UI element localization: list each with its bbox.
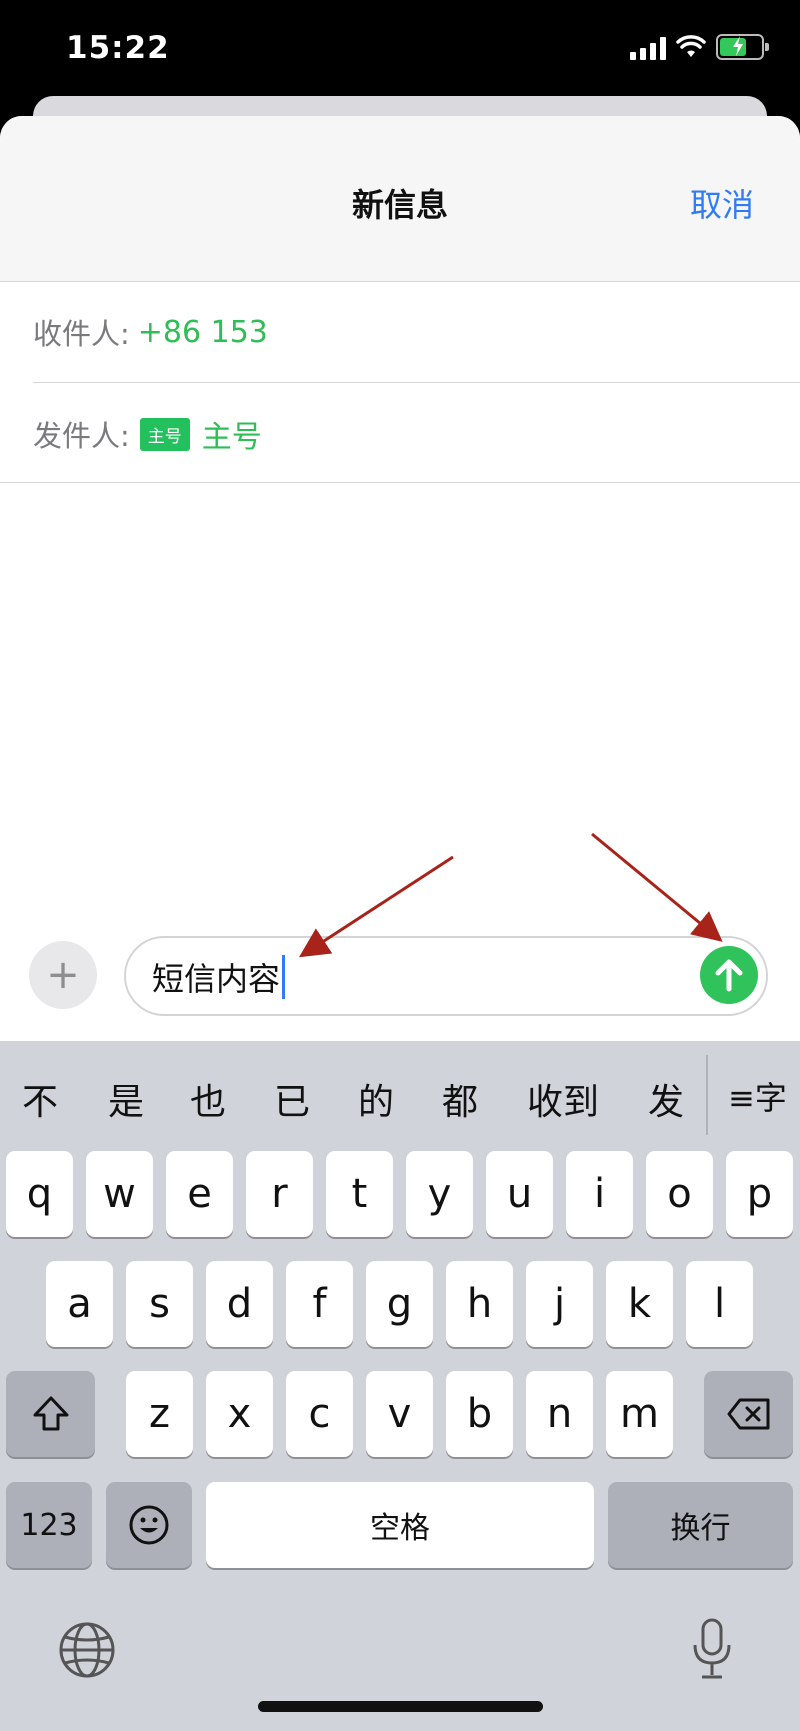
key-r[interactable]: r: [246, 1151, 313, 1237]
key-i[interactable]: i: [566, 1151, 633, 1237]
key-k[interactable]: k: [606, 1261, 673, 1347]
globe-icon[interactable]: [58, 1621, 116, 1679]
sender-label: 发件人:: [33, 419, 130, 453]
key-p[interactable]: p: [726, 1151, 793, 1237]
candidate-item[interactable]: 收到: [527, 1073, 599, 1125]
candidate-item[interactable]: 已: [274, 1073, 310, 1125]
new-message-sheet: 新信息 取消 收件人: +86 153 发件人: 主号 主号 + 短信内容: [0, 116, 800, 1041]
candidate-bar: 不 是 也 已 的 都 收到 发 ≡字: [0, 1041, 800, 1151]
backspace-icon: [727, 1398, 769, 1430]
key-z[interactable]: z: [126, 1371, 193, 1457]
candidate-item[interactable]: 的: [358, 1073, 394, 1125]
key-n[interactable]: n: [526, 1371, 593, 1457]
key-g[interactable]: g: [366, 1261, 433, 1347]
home-indicator: [258, 1701, 543, 1712]
key-v[interactable]: v: [366, 1371, 433, 1457]
nav-bar: 新信息 取消: [0, 116, 800, 282]
key-f[interactable]: f: [286, 1261, 353, 1347]
candidate-item[interactable]: 不: [22, 1073, 58, 1125]
key-h[interactable]: h: [446, 1261, 513, 1347]
key-u[interactable]: u: [486, 1151, 553, 1237]
battery-charging-icon: [716, 34, 769, 60]
key-m[interactable]: m: [606, 1371, 673, 1457]
shift-key[interactable]: [6, 1371, 95, 1457]
return-key[interactable]: 换行: [608, 1482, 793, 1568]
keyboard: 不 是 也 已 的 都 收到 发 ≡字 q w e r t y u i o p …: [0, 1041, 800, 1731]
key-s[interactable]: s: [126, 1261, 193, 1347]
send-button[interactable]: [700, 946, 758, 1004]
recipient-label: 收件人:: [33, 317, 130, 351]
sim-tag-badge: 主号: [139, 417, 190, 451]
key-w[interactable]: w: [86, 1151, 153, 1237]
microphone-icon[interactable]: [690, 1617, 734, 1681]
key-q[interactable]: q: [6, 1151, 73, 1237]
sender-value[interactable]: 主号: [202, 412, 262, 456]
emoji-icon: [129, 1505, 169, 1545]
key-c[interactable]: c: [286, 1371, 353, 1457]
status-bar: 15:22: [0, 0, 800, 100]
candidate-item[interactable]: 也: [190, 1073, 226, 1125]
recipient-row[interactable]: 收件人: +86 153: [33, 282, 800, 383]
cancel-button[interactable]: 取消: [690, 180, 754, 226]
key-d[interactable]: d: [206, 1261, 273, 1347]
candidate-item[interactable]: 发: [648, 1073, 684, 1125]
cellular-signal-icon: [630, 34, 666, 60]
key-t[interactable]: t: [326, 1151, 393, 1237]
wifi-icon: [676, 35, 706, 57]
key-e[interactable]: e: [166, 1151, 233, 1237]
numbers-key[interactable]: 123: [6, 1482, 92, 1568]
key-j[interactable]: j: [526, 1261, 593, 1347]
status-time: 15:22: [66, 30, 170, 66]
message-input[interactable]: 短信内容: [124, 936, 768, 1016]
key-o[interactable]: o: [646, 1151, 713, 1237]
page-title: 新信息: [351, 186, 448, 224]
plus-icon: +: [46, 952, 80, 998]
recipient-value[interactable]: +86 153: [138, 315, 268, 350]
key-y[interactable]: y: [406, 1151, 473, 1237]
key-x[interactable]: x: [206, 1371, 273, 1457]
key-a[interactable]: a: [46, 1261, 113, 1347]
backspace-key[interactable]: [704, 1371, 793, 1457]
arrow-up-icon: [715, 959, 743, 992]
text-cursor: [282, 955, 286, 999]
message-input-text: 短信内容: [152, 960, 281, 998]
status-icons: [630, 34, 769, 60]
divider: [0, 482, 800, 483]
space-key[interactable]: 空格: [206, 1482, 594, 1568]
candidate-item[interactable]: 都: [442, 1073, 478, 1125]
candidate-divider: [706, 1055, 708, 1135]
key-b[interactable]: b: [446, 1371, 513, 1457]
sender-row[interactable]: 发件人: 主号 主号: [33, 384, 800, 484]
more-candidates-button[interactable]: ≡字: [728, 1073, 787, 1119]
emoji-key[interactable]: [106, 1482, 192, 1568]
add-attachment-button[interactable]: +: [29, 941, 97, 1009]
key-l[interactable]: l: [686, 1261, 753, 1347]
candidate-item[interactable]: 是: [108, 1073, 144, 1125]
shift-icon: [33, 1396, 68, 1431]
